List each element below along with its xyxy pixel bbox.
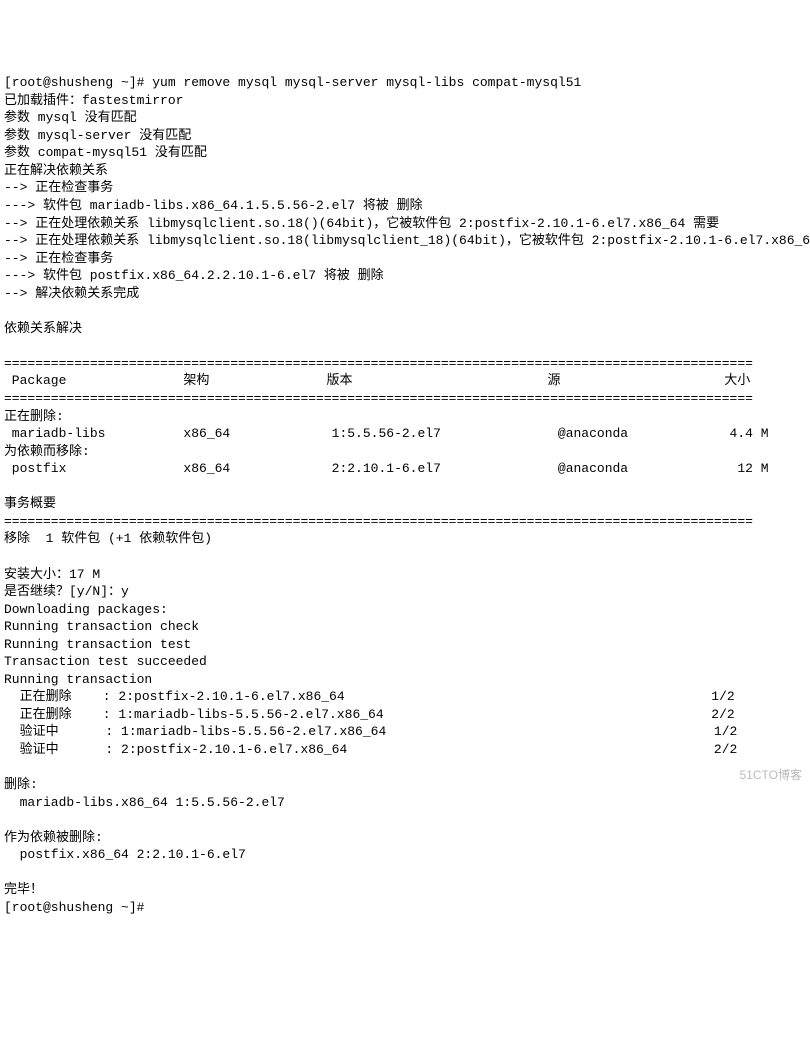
output-line: 参数 compat-mysql51 没有匹配: [4, 145, 207, 160]
output-line: 事务概要: [4, 496, 56, 511]
output-line: 正在解决依赖关系: [4, 163, 108, 178]
table-row: postfix x86_64 2:2.10.1-6.el7 @anaconda …: [4, 461, 769, 476]
table-header: Package 架构 版本 源 大小: [4, 373, 750, 388]
output-line: ---> 软件包 postfix.x86_64.2.2.10.1-6.el7 将…: [4, 268, 384, 283]
output-line: 已加载插件：fastestmirror: [4, 93, 183, 108]
output-line: 安装大小：17 M: [4, 567, 100, 582]
output-line: 参数 mysql-server 没有匹配: [4, 128, 191, 143]
output-line: --> 正在处理依赖关系 libmysqlclient.so.18(libmys…: [4, 233, 810, 248]
output-line: 依赖关系解决: [4, 321, 82, 336]
output-line: --> 正在检查事务: [4, 251, 113, 266]
output-line: 验证中 : 2:postfix-2.10.1-6.el7.x86_64 2/2: [4, 742, 737, 757]
output-line: 参数 mysql 没有匹配: [4, 110, 137, 125]
output-line: 完毕！: [4, 882, 43, 897]
table-row: mariadb-libs x86_64 1:5.5.56-2.el7 @anac…: [4, 426, 769, 441]
output-line: --> 解决依赖关系完成: [4, 286, 139, 301]
output-line: --> 正在处理依赖关系 libmysqlclient.so.18()(64bi…: [4, 216, 719, 231]
watermark-label: 51CTO博客: [740, 767, 802, 783]
output-line: Transaction test succeeded: [4, 654, 207, 669]
output-line: Running transaction check: [4, 619, 199, 634]
output-line: mariadb-libs.x86_64 1:5.5.56-2.el7: [4, 795, 285, 810]
output-line: postfix.x86_64 2:2.10.1-6.el7: [4, 847, 246, 862]
output-line: 移除 1 软件包 (+1 依赖软件包): [4, 531, 212, 546]
output-line: 删除:: [4, 777, 38, 792]
output-line: Downloading packages:: [4, 602, 168, 617]
output-line: --> 正在检查事务: [4, 180, 113, 195]
prompt-line[interactable]: [root@shusheng ~]#: [4, 900, 144, 915]
output-line: 正在删除:: [4, 409, 64, 424]
output-line: ---> 软件包 mariadb-libs.x86_64.1.5.5.56-2.…: [4, 198, 423, 213]
output-line: 为依赖而移除:: [4, 444, 90, 459]
output-line: 作为依赖被删除:: [4, 830, 103, 845]
separator-line: ========================================…: [4, 391, 753, 406]
output-line: 正在删除 : 1:mariadb-libs-5.5.56-2.el7.x86_6…: [4, 707, 735, 722]
separator-line: ========================================…: [4, 356, 753, 371]
prompt-line: [root@shusheng ~]# yum remove mysql mysq…: [4, 75, 581, 90]
output-line: Running transaction test: [4, 637, 191, 652]
output-line: 正在删除 : 2:postfix-2.10.1-6.el7.x86_64 1/2: [4, 689, 735, 704]
separator-line: ========================================…: [4, 514, 753, 529]
terminal-output: [root@shusheng ~]# yum remove mysql mysq…: [4, 74, 806, 916]
output-line: Running transaction: [4, 672, 152, 687]
prompt-input[interactable]: 是否继续？[y/N]：y: [4, 584, 129, 599]
output-line: 验证中 : 1:mariadb-libs-5.5.56-2.el7.x86_64…: [4, 724, 737, 739]
